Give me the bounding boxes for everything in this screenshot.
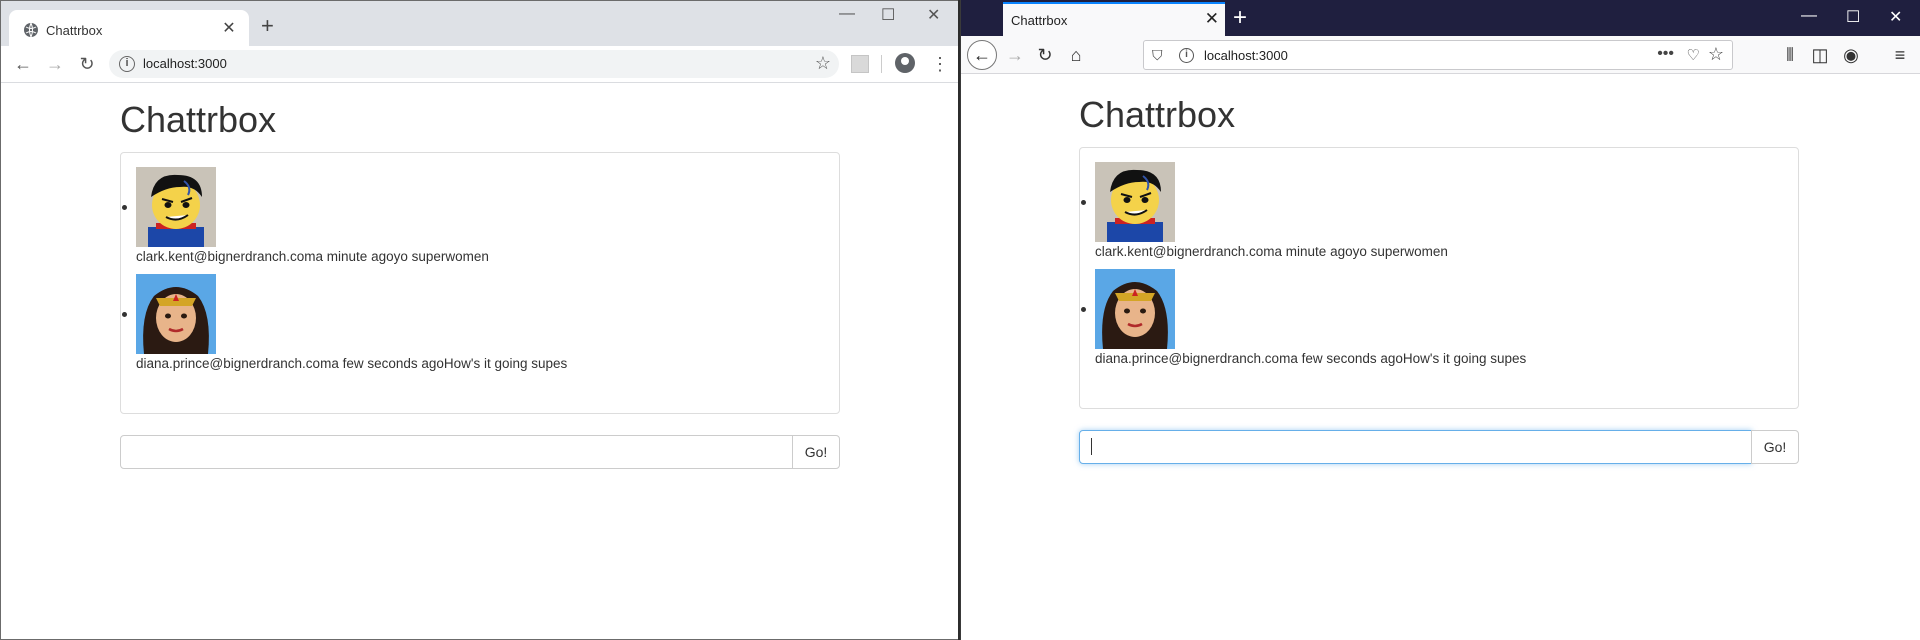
bullet	[1081, 306, 1086, 312]
home-icon[interactable]: ⌂	[1062, 40, 1090, 70]
close-window-icon[interactable]: ✕	[927, 5, 940, 25]
close-tab-icon[interactable]: ✕	[1205, 9, 1219, 29]
avatar	[136, 273, 216, 354]
back-icon[interactable]: ←	[9, 46, 37, 82]
tab-title: Chattrbox	[46, 23, 103, 38]
account-icon[interactable]: ◉	[1837, 40, 1865, 70]
close-tab-icon[interactable]: ✕	[219, 19, 239, 39]
toolbar: ← → ↻ ⌂ ⛉ i localhost:3000 ••• ♡ ☆ ⫴ ◫ ◉…	[961, 36, 1920, 74]
star-icon[interactable]: ☆	[815, 53, 831, 74]
info-icon[interactable]: i	[1179, 48, 1194, 63]
firefox-window: Chattrbox ✕ + — ☐ ✕ ← → ↻ ⌂ ⛉ i localhos…	[960, 0, 1920, 640]
message-text: clark.kent@bignerdranch.coma minute agoy…	[1095, 243, 1448, 259]
list-item: clark.kent@bignerdranch.coma minute agoy…	[1081, 161, 1798, 259]
url-text: localhost:3000	[1204, 48, 1288, 63]
go-button[interactable]: Go!	[792, 434, 840, 469]
message-text: diana.prince@bignerdranch.coma few secon…	[136, 355, 568, 371]
avatar	[136, 166, 216, 247]
profile-icon[interactable]	[895, 53, 915, 73]
maximize-icon[interactable]: ☐	[881, 5, 895, 25]
star-icon[interactable]: ☆	[1708, 44, 1724, 65]
tab-chattrbox[interactable]: Chattrbox ✕	[9, 10, 249, 51]
message-form: Go!	[120, 434, 840, 469]
message-input[interactable]	[1079, 429, 1752, 464]
globe-icon	[24, 22, 38, 38]
message-input[interactable]	[120, 434, 793, 469]
tab-strip: Chattrbox ✕ + — ☐ ✕	[961, 0, 1920, 36]
bullet	[122, 204, 127, 210]
url-text: localhost:3000	[143, 56, 227, 71]
tab-strip: Chattrbox ✕ + — ☐ ✕	[1, 1, 958, 51]
extension-icon[interactable]	[851, 55, 869, 73]
info-icon[interactable]: i	[119, 56, 135, 72]
reload-icon[interactable]: ↻	[73, 46, 101, 82]
messages-panel: clark.kent@bignerdranch.coma minute agoy…	[1079, 146, 1799, 409]
desktop: Chattrbox ✕ + — ☐ ✕ ← → ↻ i localhost:30…	[0, 0, 1920, 640]
address-bar[interactable]: ⛉ i localhost:3000 ••• ♡ ☆	[1143, 40, 1733, 70]
message-list: clark.kent@bignerdranch.coma minute agoy…	[122, 166, 839, 371]
tab-title: Chattrbox	[1011, 13, 1068, 28]
list-item: diana.prince@bignerdranch.coma few secon…	[122, 273, 839, 371]
address-bar[interactable]: i localhost:3000 ☆	[109, 50, 839, 78]
library-icon[interactable]: ⫴	[1776, 40, 1804, 70]
toolbar: ← → ↻ i localhost:3000 ☆ ⋮	[1, 46, 958, 82]
sidebar-icon[interactable]: ◫	[1806, 40, 1834, 70]
shield-icon[interactable]: ⛉	[1152, 47, 1163, 64]
maximize-icon[interactable]: ☐	[1846, 7, 1860, 27]
forward-icon[interactable]: →	[41, 46, 69, 82]
reload-icon[interactable]: ↻	[1031, 40, 1059, 70]
minimize-icon[interactable]: —	[839, 5, 855, 23]
close-window-icon[interactable]: ✕	[1889, 7, 1902, 27]
page-content: Chattrbox clark.kent@bignerdranch.coma m…	[1079, 93, 1799, 464]
page-title: Chattrbox	[120, 99, 277, 140]
list-item: clark.kent@bignerdranch.coma minute agoy…	[122, 166, 839, 264]
text-caret	[1091, 437, 1092, 455]
avatar	[1095, 268, 1175, 349]
toolbar-border	[1, 82, 958, 83]
bullet	[1081, 199, 1086, 205]
pocket-icon[interactable]: ♡	[1687, 46, 1700, 64]
menu-icon[interactable]: ⋮	[931, 46, 949, 82]
menu-icon[interactable]: ≡	[1886, 40, 1914, 70]
new-tab-button[interactable]: +	[261, 15, 274, 37]
forward-icon[interactable]: →	[1001, 40, 1029, 70]
list-item: diana.prince@bignerdranch.coma few secon…	[1081, 268, 1798, 366]
go-button[interactable]: Go!	[1751, 429, 1799, 464]
messages-panel: clark.kent@bignerdranch.coma minute agoy…	[120, 151, 840, 414]
tab-chattrbox[interactable]: Chattrbox ✕	[1003, 2, 1225, 36]
message-form: Go!	[1079, 429, 1799, 464]
avatar	[1095, 161, 1175, 242]
page-title: Chattrbox	[1079, 94, 1236, 135]
bullet	[122, 311, 127, 317]
message-text: clark.kent@bignerdranch.coma minute agoy…	[136, 248, 489, 264]
message-text: diana.prince@bignerdranch.coma few secon…	[1095, 350, 1527, 366]
minimize-icon[interactable]: —	[1801, 7, 1817, 25]
more-icon[interactable]: •••	[1657, 45, 1674, 63]
page-content: Chattrbox clark.kent@bignerdranch.coma m…	[120, 98, 840, 469]
chrome-window: Chattrbox ✕ + — ☐ ✕ ← → ↻ i localhost:30…	[0, 0, 959, 640]
toolbar-divider	[881, 55, 882, 73]
new-tab-button[interactable]: +	[1233, 4, 1247, 32]
back-icon[interactable]: ←	[967, 40, 997, 70]
message-list: clark.kent@bignerdranch.coma minute agoy…	[1081, 161, 1798, 366]
